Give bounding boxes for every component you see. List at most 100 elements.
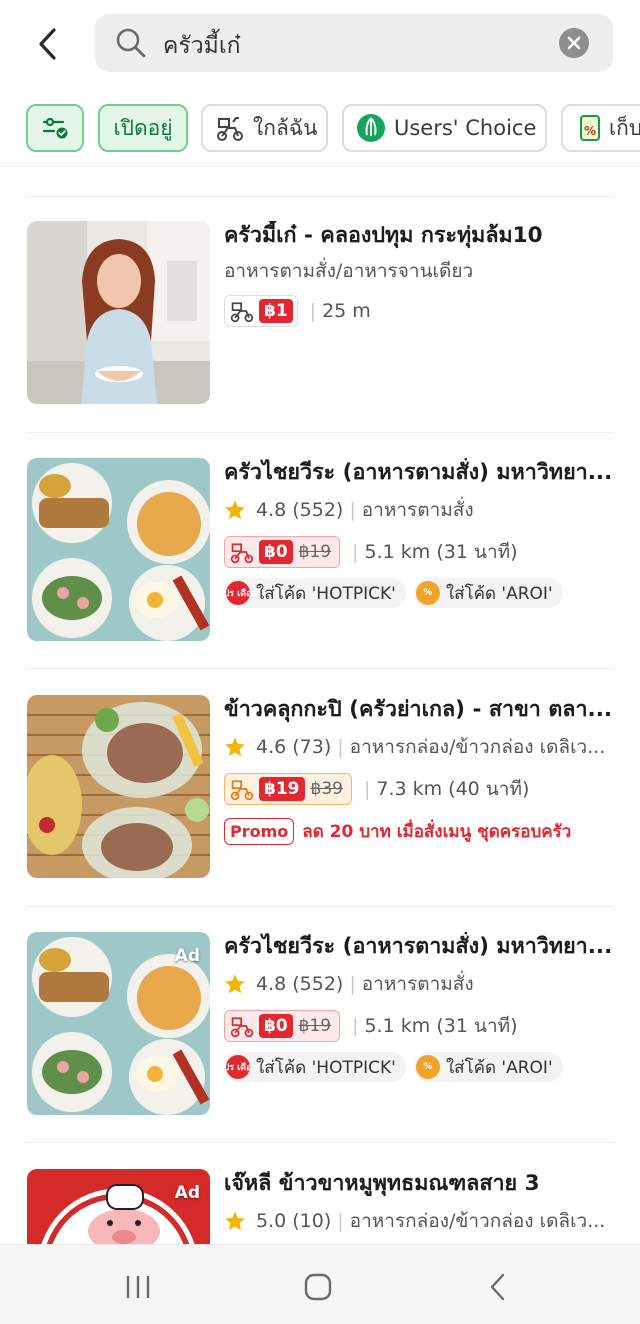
rating-value: 4.8 (552) [256, 499, 344, 521]
restaurant-card[interactable]: ครัวไชยวีระ (อาหารตามสั่ง) มหาวิทยา... 4… [0, 458, 640, 648]
restaurant-name: ข้าวคลุกกะปิ (ครัวย่าเกล) - สาขา ตลา... [224, 697, 613, 722]
ad-badge: Ad [174, 1183, 200, 1203]
filter-chip-users-choice[interactable]: Users' Choice [342, 104, 547, 152]
search-results-screen: ครัวมี้เก๋ เปิดอยู่ ใกล้ฉัน Users' Choic… [0, 0, 640, 1324]
restaurant-category: อาหารกล่อง/ข้าวกล่อง เดลิเว... [349, 1210, 606, 1232]
restaurant-info: ครัวไชยวีระ (อาหารตามสั่ง) มหาวิทยา... 4… [219, 458, 616, 610]
rating-value: 4.6 (73) [256, 736, 332, 758]
coupon-icon: % [415, 1055, 440, 1079]
promo-text: ลด 20 บาท เมื่อสั่งเมนู ชุดครอบครัว [302, 821, 572, 842]
filter-chip-label: Users' Choice [394, 116, 537, 140]
star-icon [225, 500, 245, 520]
hot-promo-icon: โปร เดือด [219, 581, 257, 605]
back-button[interactable] [28, 24, 68, 64]
hot-promo-icon: โปร เดือด [219, 1055, 257, 1079]
scooter-icon [230, 1017, 254, 1038]
separator: | [349, 973, 356, 995]
restaurant-name: เจ๊หลี ข้าวขาหมูพุทธมณฑลสาย 3 [224, 1171, 540, 1196]
filter-chip-near-me[interactable]: ใกล้ฉัน [201, 104, 328, 152]
restaurant-photo [27, 458, 210, 641]
filter-settings-chip[interactable] [26, 104, 84, 152]
original-delivery-fee: ฿19 [298, 542, 332, 562]
home-icon [304, 1273, 332, 1301]
back-arrow-icon [39, 28, 56, 60]
promo-code-tag: % ใส่โค้ด 'AROI' [413, 1052, 563, 1082]
divider [26, 1142, 614, 1143]
restaurant-card[interactable]: ข้าวคลุกกะปิ (ครัวย่าเกล) - สาขา ตลา... … [0, 695, 640, 885]
distance: 25 m [322, 300, 371, 322]
rating-row: 4.8 (552) | อาหารตามสั่ง [224, 494, 616, 526]
filter-chip-open-now[interactable]: เปิดอยู่ [98, 104, 188, 152]
search-input[interactable]: ครัวมี้เก๋ [95, 14, 613, 72]
recent-apps-button[interactable] [118, 1267, 158, 1307]
separator: | [349, 499, 356, 521]
close-icon [567, 36, 581, 50]
separator: | [309, 300, 317, 322]
divider [26, 668, 614, 669]
rating-value: 5.0 (10) [256, 1210, 332, 1232]
scooter-icon [230, 302, 254, 323]
search-icon [116, 28, 146, 58]
delivery-fee: ฿1 [259, 299, 293, 323]
promo-row: Promo ลด 20 บาท เมื่อสั่งเมนู ชุดครอบครั… [224, 815, 616, 847]
delivery-fee: ฿0 [259, 1014, 293, 1038]
separator: | [363, 778, 371, 800]
back-chevron-icon [490, 1273, 505, 1301]
filter-chip-label: เปิดอยู่ [113, 115, 173, 140]
promo-badge: Promo [224, 817, 295, 845]
distance: 5.1 km (31 นาที) [364, 1015, 518, 1037]
filter-chip-label: ใกล้ฉัน [253, 115, 318, 140]
delivery-row: ฿1 | 25 m [224, 295, 616, 327]
promo-tags: โปร เดือด ใส่โค้ด 'HOTPICK' % ใส่โค้ด 'A… [219, 1052, 616, 1084]
promo-code-tag: % ใส่โค้ด 'AROI' [413, 578, 563, 608]
back-nav-button[interactable] [478, 1267, 518, 1307]
restaurant-photo [27, 695, 210, 878]
delivery-fee: ฿19 [259, 777, 305, 801]
delivery-row: ฿0 ฿19 | 5.1 km (31 นาที) [224, 536, 616, 568]
filter-chip-label: เก็บ [609, 115, 640, 140]
star-icon [225, 974, 245, 994]
divider [0, 166, 640, 167]
promo-code-text: ใส่โค้ด 'HOTPICK' [256, 1057, 396, 1078]
delivery-row: ฿0 ฿19 | 5.1 km (31 นาที) [224, 1010, 616, 1042]
divider [26, 196, 614, 197]
divider [26, 906, 614, 907]
distance: 7.3 km (40 นาที) [376, 778, 530, 800]
rating-row: 4.6 (73) | อาหารกล่อง/ข้าวกล่อง เดลิเว..… [224, 731, 616, 763]
promo-code-text: ใส่โค้ด 'HOTPICK' [256, 583, 396, 604]
restaurant-category: อาหารกล่อง/ข้าวกล่อง เดลิเว... [349, 736, 606, 758]
restaurant-name: ครัวมี้เก๋ - คลองปทุม กระทุ่มล้ม10 [224, 223, 543, 248]
scooter-icon [230, 780, 254, 801]
divider [26, 432, 614, 433]
top-bar: ครัวมี้เก๋ [0, 0, 640, 90]
home-button[interactable] [298, 1267, 338, 1307]
restaurant-info: ข้าวคลุกกะปิ (ครัวย่าเกล) - สาขา ตลา... … [224, 695, 616, 847]
rating-value: 4.8 (552) [256, 973, 344, 995]
distance: 5.1 km (31 นาที) [364, 541, 518, 563]
restaurant-category: อาหารตามสั่ง/อาหารจานเดียว [224, 260, 474, 282]
scooter-icon [230, 543, 254, 564]
filter-chips: เปิดอยู่ ใกล้ฉัน Users' Choice % เก็บ [26, 104, 640, 152]
separator: | [352, 1015, 359, 1037]
original-delivery-fee: ฿19 [298, 1016, 332, 1036]
rating-row: 4.8 (552) | อาหารตามสั่ง [224, 968, 616, 1000]
restaurant-name: ครัวไชยวีระ (อาหารตามสั่ง) มหาวิทยา... [224, 460, 613, 485]
delivery-fee-badge: ฿0 ฿19 [224, 1010, 341, 1042]
delivery-fee-badge: ฿1 [224, 295, 298, 327]
promo-code-tag: โปร เดือด ใส่โค้ด 'HOTPICK' [219, 578, 406, 608]
star-icon [225, 737, 245, 757]
delivery-row: ฿19 ฿39 | 7.3 km (40 นาที) [224, 773, 616, 805]
rating-row: 5.0 (10) | อาหารกล่อง/ข้าวกล่อง เดลิเว..… [224, 1205, 616, 1237]
clear-search-button[interactable] [559, 28, 589, 58]
separator: | [337, 1210, 344, 1232]
separator: | [352, 541, 359, 563]
coupon-icon: % [580, 115, 600, 141]
restaurant-info: ครัวมี้เก๋ - คลองปทุม กระทุ่มล้ม10 อาหาร… [224, 221, 616, 327]
restaurant-card[interactable]: ครัวมี้เก๋ - คลองปทุม กระทุ่มล้ม10 อาหาร… [0, 221, 640, 411]
filter-chip-coupon[interactable]: % เก็บ [561, 104, 640, 152]
restaurant-name: ครัวไชยวีระ (อาหารตามสั่ง) มหาวิทยา... [224, 934, 613, 959]
promo-tags: โปร เดือด ใส่โค้ด 'HOTPICK' % ใส่โค้ด 'A… [219, 578, 616, 610]
restaurant-card[interactable]: Ad ครัวไชยวีระ (อาหารตามสั่ง) มหาวิทยา..… [0, 932, 640, 1122]
star-icon [225, 1211, 245, 1231]
coupon-icon: % [415, 581, 440, 605]
